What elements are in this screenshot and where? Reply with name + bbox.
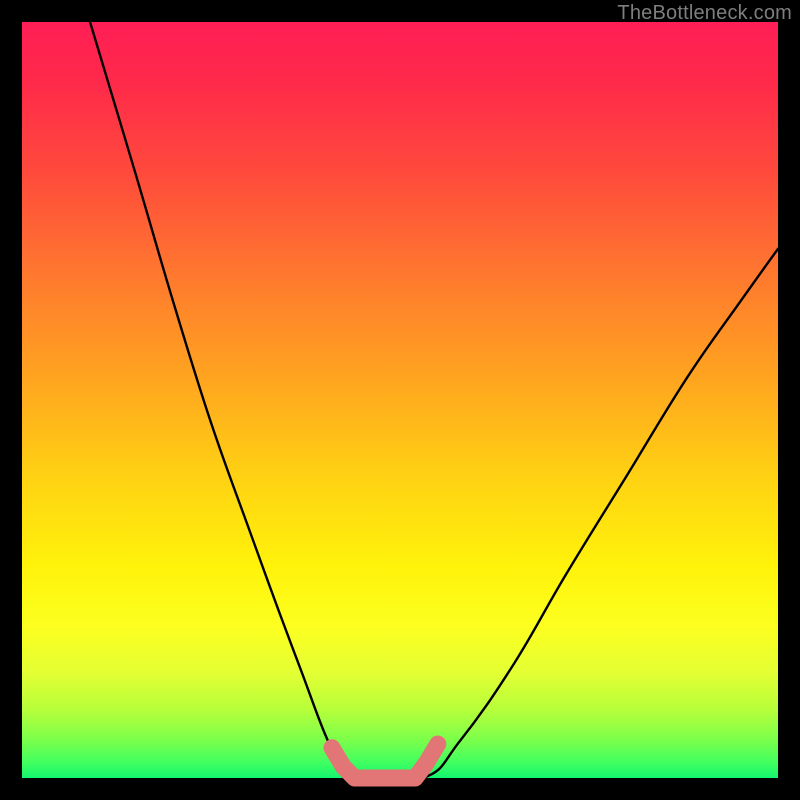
watermark-text: TheBottleneck.com <box>617 2 792 25</box>
gradient-plot-area <box>22 22 778 778</box>
chart-frame: TheBottleneck.com <box>0 0 800 800</box>
